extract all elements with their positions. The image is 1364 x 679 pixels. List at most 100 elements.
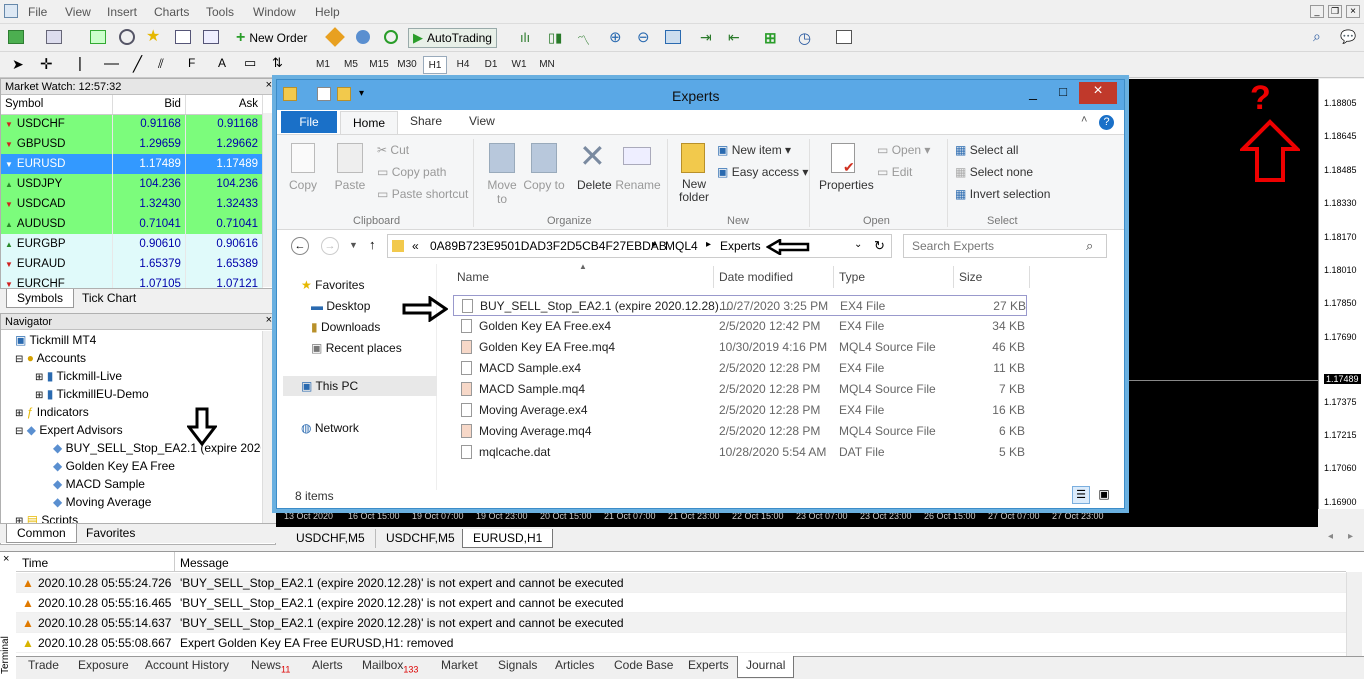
new-folder-icon[interactable] <box>681 143 705 173</box>
file-row[interactable]: Moving Average.ex4 2/5/2020 12:28 PM EX4 F… <box>453 400 1027 421</box>
tf-w1[interactable]: W1 <box>507 56 531 74</box>
file-row[interactable]: BUY_SELL_Stop_EA2.1 (expire 2020.12.28).… <box>453 295 1027 316</box>
journal-row[interactable]: ▲ 2020.10.28 05:55:16.465 'BUY_SELL_Stop_E… <box>16 593 1346 613</box>
file-row[interactable]: Moving Average.mq4 2/5/2020 12:28 PM MQL4 … <box>453 421 1027 442</box>
tab-favorites[interactable]: Favorites <box>76 524 145 543</box>
search-icon[interactable]: ⌕ <box>1086 238 1093 254</box>
signals-icon[interactable] <box>384 30 398 44</box>
chart-shift-icon[interactable]: ⇤ <box>728 29 740 46</box>
tab-symbols[interactable]: Symbols <box>6 289 75 308</box>
tab-mailbox[interactable]: Mailbox133 <box>362 658 418 674</box>
col-message[interactable]: Message <box>180 556 229 570</box>
tab-common[interactable]: Common <box>6 524 77 543</box>
market-row[interactable]: ▼ USDCAD 1.32430 1.32433 <box>1 194 264 214</box>
market-row[interactable]: ▲ AUDUSD 0.71041 0.71041 <box>1 214 264 234</box>
close-icon[interactable]: × <box>1346 5 1360 18</box>
rename-button[interactable]: Rename <box>615 178 661 192</box>
market-row[interactable]: ▼ EURAUD 1.65379 1.65389 <box>1 254 264 274</box>
cut-button[interactable]: ✂ Cut <box>377 143 409 157</box>
search-box[interactable]: Search Experts ⌕ <box>903 234 1107 258</box>
search-icon[interactable]: ⌕ <box>1313 28 1321 45</box>
move-to-button[interactable]: Move to <box>481 178 523 206</box>
forward-icon[interactable]: → <box>321 237 339 255</box>
strategy-tester-icon[interactable] <box>203 30 219 44</box>
details-view-icon[interactable]: ☰ <box>1072 486 1090 504</box>
tab-account-history[interactable]: Account History <box>145 658 229 672</box>
label-icon[interactable]: ▭ <box>244 55 256 71</box>
tab-signals[interactable]: Signals <box>498 658 537 672</box>
move-to-icon[interactable] <box>489 143 515 173</box>
chart-tab[interactable]: USDCHF,M5 <box>286 529 376 548</box>
channel-icon[interactable]: ⫽ <box>158 56 164 72</box>
tf-d1[interactable]: D1 <box>479 56 503 74</box>
invert-selection-button[interactable]: ▦ Invert selection <box>955 187 1050 201</box>
navigator-icon[interactable]: ★ <box>146 29 160 45</box>
tf-m15[interactable]: M15 <box>367 56 391 74</box>
cursor-icon[interactable]: ➤ <box>12 56 24 73</box>
menu-tools[interactable]: Tools <box>206 5 234 19</box>
paste-button[interactable]: Paste <box>331 178 369 192</box>
tab-market[interactable]: Market <box>441 658 478 672</box>
paste-shortcut-button[interactable]: ▭ Paste shortcut <box>377 187 468 201</box>
help-icon[interactable]: ? <box>1099 115 1114 130</box>
new-folder-icon[interactable] <box>337 87 351 101</box>
scrollbar[interactable] <box>262 113 276 287</box>
overflow-chevron-icon[interactable]: « <box>412 239 419 253</box>
menu-file[interactable]: File <box>28 5 47 19</box>
text-icon[interactable]: A <box>218 56 226 70</box>
col-symbol[interactable]: Symbol <box>1 95 113 115</box>
tree-expert-item[interactable]: ◆ MACD Sample <box>53 477 145 491</box>
crosshair-icon[interactable]: ✛ <box>40 55 53 73</box>
tree-expert-advisors[interactable]: ⊟ ◆ Expert Advisors <box>15 423 123 437</box>
tree-account-live[interactable]: ⊞ ▮ Tickmill-Live <box>35 369 122 383</box>
tree-accounts[interactable]: ⊟ ● Accounts <box>15 351 86 365</box>
journal-row[interactable]: ▲ 2020.10.28 05:55:14.637 'BUY_SELL_Stop_E… <box>16 613 1346 633</box>
bar-chart-icon[interactable]: ılı <box>520 30 530 45</box>
zoom-out-icon[interactable]: ⊖ <box>637 28 650 46</box>
tf-m5[interactable]: M5 <box>339 56 363 74</box>
tab-alerts[interactable]: Alerts <box>312 658 343 672</box>
chart-tab[interactable]: USDCHF,M5 <box>376 529 466 548</box>
tree-account-demo[interactable]: ⊞ ▮ TickmillEU-Demo <box>35 387 149 401</box>
tree-expert-item[interactable]: ◆ BUY_SELL_Stop_EA2.1 (expire 2020.1 <box>53 441 261 455</box>
tab-articles[interactable]: Articles <box>555 658 594 672</box>
rename-icon[interactable] <box>623 147 651 165</box>
tree-indicators[interactable]: ⊞ ƒ Indicators <box>15 405 89 419</box>
vertical-line-icon[interactable]: | <box>78 55 82 72</box>
tile-windows-icon[interactable] <box>665 30 681 44</box>
col-date-modified[interactable]: Date modified <box>719 270 793 284</box>
breadcrumb-item[interactable]: MQL4 <box>665 239 698 253</box>
line-chart-icon[interactable]: 〽 <box>577 30 590 49</box>
market-row[interactable]: ▼ EURUSD 1.17489 1.17489 <box>1 154 264 174</box>
close-icon[interactable]: × <box>3 553 9 565</box>
ribbon-tab-file[interactable]: File <box>281 111 337 133</box>
autoscroll-icon[interactable]: ⇥ <box>700 29 712 46</box>
tf-m1[interactable]: M1 <box>311 56 335 74</box>
new-folder-button[interactable]: New folder <box>677 178 711 204</box>
col-ask[interactable]: Ask <box>185 95 264 115</box>
tf-h1[interactable]: H1 <box>423 56 447 74</box>
tab-experts[interactable]: Experts <box>688 658 729 672</box>
minimize-icon[interactable]: _ <box>1310 5 1324 18</box>
data-window-icon[interactable] <box>119 29 135 45</box>
tf-m30[interactable]: M30 <box>395 56 419 74</box>
metaeditor-icon[interactable] <box>325 27 345 47</box>
breadcrumb-item[interactable]: 0A89B723E9501DAD3F2D5CB4F27EBDAB <box>430 239 667 253</box>
fibo-icon[interactable]: F <box>188 56 195 70</box>
tab-exposure[interactable]: Exposure <box>78 658 129 672</box>
minimize-icon[interactable]: _ <box>1019 84 1047 104</box>
file-row[interactable]: MACD Sample.ex4 2/5/2020 12:28 PM EX4 File… <box>453 358 1027 379</box>
delete-icon[interactable]: ✕ <box>579 139 606 173</box>
close-icon[interactable]: × <box>1079 82 1117 104</box>
properties-icon[interactable] <box>317 87 331 101</box>
menu-charts[interactable]: Charts <box>154 5 189 19</box>
col-type[interactable]: Type <box>839 270 865 284</box>
zoom-in-icon[interactable]: ⊕ <box>609 28 622 46</box>
tree-scripts[interactable]: ⊞ ▤ Scripts <box>15 513 78 523</box>
nav-downloads[interactable]: ▮ Downloads <box>311 320 380 334</box>
file-row[interactable]: MACD Sample.mq4 2/5/2020 12:28 PM MQL4 Sou… <box>453 379 1027 400</box>
tree-root[interactable]: ▣ Tickmill MT4 <box>15 333 96 347</box>
nav-this-pc[interactable]: ▣ This PC <box>301 379 358 393</box>
nav-network[interactable]: ◍ Network <box>301 421 359 435</box>
copy-icon[interactable] <box>291 143 315 173</box>
